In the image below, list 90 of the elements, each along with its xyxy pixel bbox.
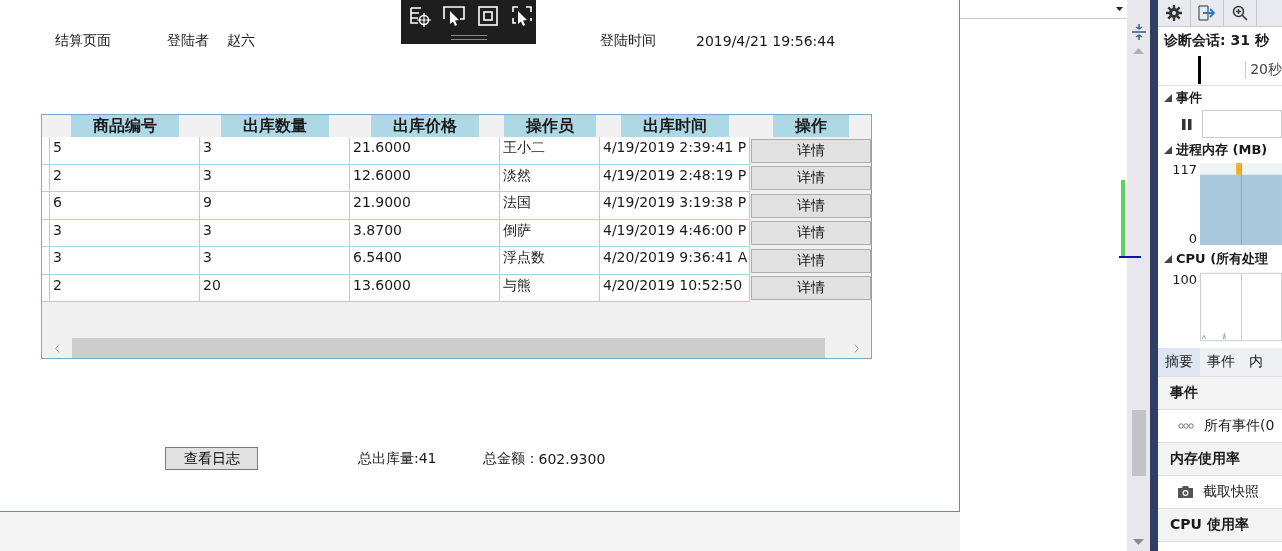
table-cell: 2 [50,274,200,302]
scroll-right-icon[interactable] [853,343,859,353]
diagnostics-marker-icon [1118,180,1141,260]
timeline-marker [1198,56,1202,84]
pause-icon[interactable] [1182,118,1192,130]
column-header: 出库数量 [221,115,329,137]
table-cell: 与熊 [500,274,600,302]
details-button[interactable]: 详情 [751,248,871,273]
table-cell: 5 [50,137,200,165]
table-cell: 4/19/2019 2:39:41 P [600,137,750,165]
page-title: 结算页面 [55,32,111,50]
axis-label: 100 [1172,272,1198,289]
collapse-triangle-icon[interactable] [1164,146,1172,154]
settings-icon [1166,5,1182,21]
drag-handle[interactable] [451,35,487,40]
list-item[interactable]: 截取快照 [1203,483,1259,501]
details-button[interactable]: 详情 [751,276,871,301]
details-button[interactable]: 详情 [751,193,871,218]
section-title: 事件 [1176,89,1202,107]
login-time: 2019/4/21 19:56:44 [696,33,836,49]
panel-tab[interactable]: 内 [1242,348,1270,376]
scrollbar-thumb[interactable] [1131,410,1146,476]
collapse-triangle-icon[interactable] [1164,255,1172,263]
table-cell: 倒萨 [500,219,600,247]
table-cell: 4/19/2019 4:46:00 P [600,219,750,247]
scroll-left-icon[interactable] [54,343,60,353]
column-header: 操作 [772,115,849,137]
table-cell: 3 [50,219,200,247]
table-cell: 3 [50,247,200,275]
table-cell: 4/20/2019 9:36:41 A [600,247,750,275]
timeline-tick: 20秒 [1245,61,1282,79]
select-element-icon[interactable] [443,5,465,27]
panel-tab[interactable]: 摘要 [1158,348,1200,376]
camera-icon [1178,486,1193,498]
table-cell: 3 [200,164,350,192]
details-button[interactable]: 详情 [751,166,871,191]
table-cell: 13.6000 [350,274,500,302]
table-cell: 20 [200,274,350,302]
axis-label: 117 [1172,162,1198,177]
table-cell: 21.6000 [350,137,500,165]
table-cell: 12.6000 [350,164,500,192]
split-icon[interactable] [1131,24,1146,40]
details-button[interactable]: 详情 [751,138,871,163]
panel-tab[interactable]: 事件 [1200,348,1242,376]
table-cell: 3 [200,247,350,275]
scrollbar-thumb[interactable] [72,338,825,358]
table-cell: 浮点数 [500,247,600,275]
details-button[interactable]: 详情 [751,221,871,246]
table-cell: 淡然 [500,164,600,192]
total-amount-label: 总金额： [482,449,539,468]
table-cell: 3 [200,137,350,165]
section-header: 事件 [1158,377,1282,410]
column-header: 出库价格 [371,115,479,137]
column-header: 操作员 [504,115,596,137]
inspect-element-icon[interactable] [409,5,431,27]
cursor-frame-icon[interactable] [511,5,533,27]
section-header: 内存使用率 [1158,443,1282,476]
chain-icon [1178,423,1194,429]
table-cell: 4/20/2019 10:52:50 [600,274,750,302]
list-item[interactable]: 所有事件(0 [1204,417,1275,435]
section-header: CPU 使用率 [1158,509,1282,542]
user-name: 赵六 [227,32,255,50]
table-cell: 6 [50,192,200,220]
layout-box-icon[interactable] [477,5,499,27]
dropdown-caret-icon[interactable] [1116,7,1123,11]
scroll-down-icon[interactable] [1133,539,1144,545]
table-cell: 4/19/2019 3:19:38 P [600,192,750,220]
total-amount: 602.9300 [538,450,606,467]
table-cell: 21.9000 [350,192,500,220]
section-title: 进程内存 (MB) [1176,141,1268,159]
table-cell: 4/19/2019 2:48:19 P [600,164,750,192]
table-cell: 法国 [500,192,600,220]
table-cell: 3.8700 [350,219,500,247]
login-time-label: 登陆时间 [600,32,656,50]
arrow-into-box-icon [1198,5,1216,21]
column-header: 商品编号 [71,115,179,137]
table-cell: 王小二 [500,137,600,165]
table-cell: 6.5400 [350,247,500,275]
table-cell: 2 [50,164,200,192]
view-log-button[interactable]: 查看日志 [165,447,258,470]
user-label: 登陆者 [167,32,209,50]
session-duration: 诊断会话: 31 秒 [1162,31,1270,50]
collapse-triangle-icon[interactable] [1164,94,1172,102]
table-cell: 3 [200,219,350,247]
zoom-in-icon [1232,5,1248,21]
axis-label: 0 [1188,231,1198,246]
table-cell: 9 [200,192,350,220]
total-quantity: 总出库量:41 [358,449,437,468]
section-title: CPU (所有处理 [1176,250,1269,268]
column-header: 出库时间 [621,115,729,137]
